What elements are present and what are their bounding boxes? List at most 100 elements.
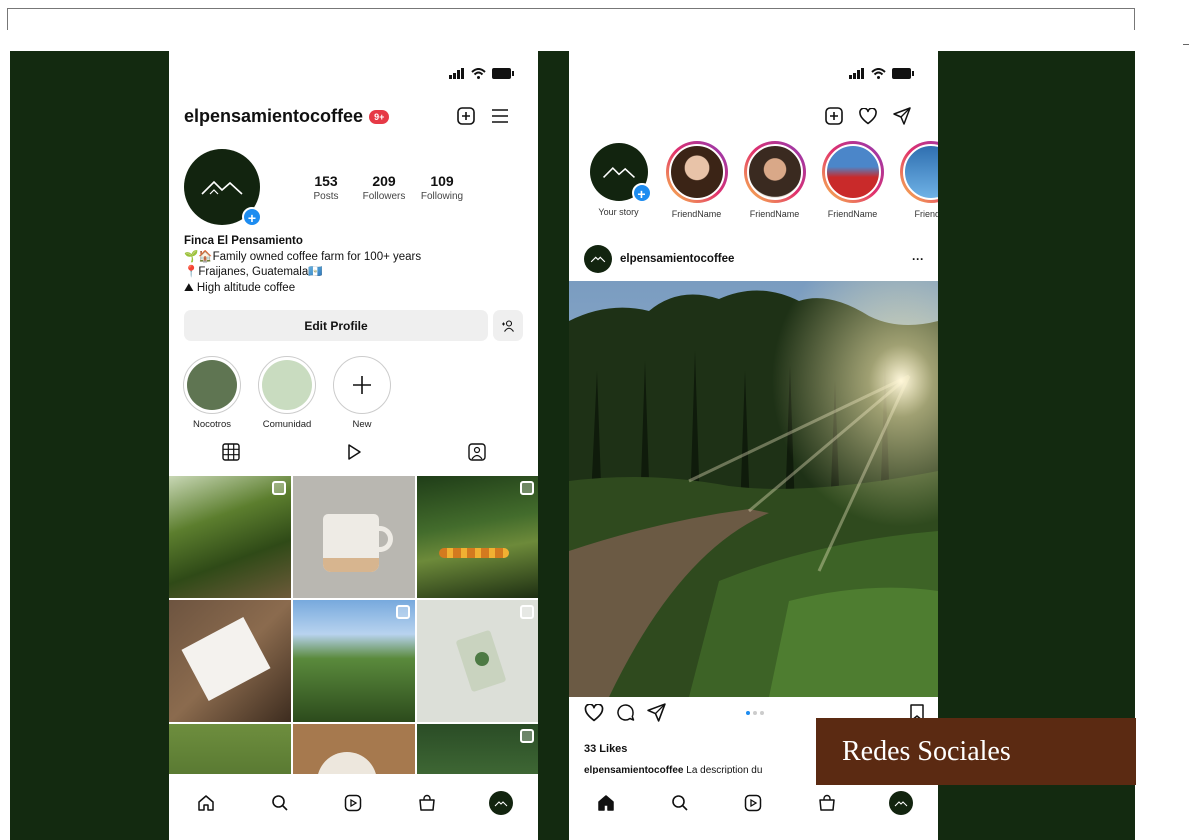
add-story-plus-icon[interactable]: + [242,207,262,227]
more-options-icon[interactable]: ··· [912,252,924,266]
multi-photo-icon [520,605,534,619]
story-friend[interactable]: FriendN [897,141,938,219]
highlight-nocotros[interactable]: Nocotros [182,356,242,430]
home-icon [198,795,214,811]
story-label: FriendName [827,209,878,219]
battery-icon [492,68,514,79]
handle-text: elpensamientocoffee [184,106,364,126]
status-bar [849,68,914,79]
carousel-dot [753,710,757,715]
nav-reels[interactable] [740,790,766,816]
nav-profile[interactable] [488,790,514,816]
stat-followers[interactable]: 209 Followers [355,173,413,202]
nav-reels[interactable] [340,790,366,816]
status-bar [449,68,514,79]
plus-square-icon[interactable] [825,107,843,125]
bio-name: Finca El Pensamiento [184,235,303,247]
send-icon[interactable] [893,107,911,125]
grid-post-coffee-plants[interactable] [169,476,291,598]
menu-icon[interactable] [491,108,509,124]
comment-icon[interactable] [616,703,635,722]
grid-post-mug[interactable] [293,476,415,598]
story-ring [821,141,884,203]
plus-square-icon[interactable] [457,107,475,125]
like-icon[interactable] [584,703,604,722]
mountain-logo-icon [590,256,606,263]
bottom-nav [169,774,538,840]
tab-reels[interactable] [334,443,374,461]
nav-shop[interactable] [414,790,440,816]
multi-photo-icon [520,729,534,743]
profile-avatar[interactable]: + [184,149,262,227]
story-ring [743,141,806,203]
profile-phone: elpensamientocoffee 9+ + 153 Posts 209 Fol… [169,51,538,840]
grid-icon [221,443,240,461]
share-icon[interactable] [647,703,666,722]
mountain-logo-icon [894,800,908,806]
nav-home[interactable] [193,790,219,816]
stat-label: Followers [362,191,406,202]
friend-avatar [824,144,881,200]
tab-tagged[interactable] [457,443,497,461]
multi-photo-icon [272,481,286,495]
friend-avatar [902,144,938,200]
post-author-name[interactable]: elpensamientocoffee [620,253,904,265]
reels-icon [745,794,762,812]
shop-icon [419,794,436,811]
mountain-logo-icon [602,167,635,178]
multi-photo-icon [396,605,410,619]
friend-avatar [746,144,803,200]
carousel-dot-active [746,710,750,715]
post-photo[interactable] [569,281,938,697]
cherries-branch [439,548,509,558]
grid-post-paper[interactable] [169,600,291,722]
card-logo [475,652,489,666]
bio-line: 🌱🏠Family owned coffee farm for 100+ year… [184,250,422,263]
signal-icon [849,68,864,79]
wifi-icon [871,68,886,79]
feed-top-icons [825,107,911,125]
forest-path-photo [569,281,938,697]
post-author-avatar[interactable] [584,245,612,273]
stat-following[interactable]: 109 Following [413,173,471,202]
profile-top-icons [457,107,509,125]
add-story-plus-icon[interactable]: + [631,183,652,203]
grid-post-farmer[interactable] [293,600,415,722]
story-friend[interactable]: FriendName [819,141,886,219]
add-person-icon [502,319,514,332]
profile-tabs [169,443,538,461]
story-your-story[interactable]: + Your story [585,141,652,219]
paper-sheet [181,616,271,702]
profile-avatar [889,791,914,815]
tab-grid[interactable] [211,443,251,461]
reels-icon [345,794,362,812]
story-friend[interactable]: FriendName [741,141,808,219]
profile-handle[interactable]: elpensamientocoffee 9+ [184,106,390,127]
nav-shop[interactable] [814,790,840,816]
stat-label: Following [420,191,464,202]
highlight-new[interactable]: New [332,356,392,430]
highlight-comunidad[interactable]: Comunidad [257,356,317,430]
nav-home[interactable] [593,790,619,816]
nav-search[interactable] [667,790,693,816]
profile-bio: Finca El Pensamiento 🌱🏠Family owned coff… [184,234,421,296]
stat-posts[interactable]: 153 Posts [297,173,355,202]
multi-photo-icon [520,481,534,495]
story-label: Your story [598,207,639,217]
grid-post-card[interactable] [417,600,538,722]
edit-profile-button[interactable]: Edit Profile [184,310,488,341]
search-icon [271,795,288,811]
grid-post-coffee-cherries[interactable] [417,476,538,598]
add-person-button[interactable] [493,310,523,341]
story-friend[interactable]: FriendName [663,141,730,219]
likes-count[interactable]: 33 Likes [584,743,627,755]
heart-icon[interactable] [859,107,877,125]
nav-search[interactable] [267,790,293,816]
friend-avatar [668,144,725,200]
highlight-cover [187,360,237,410]
highlight-label: Comunidad [262,419,312,430]
carousel-dot [760,710,764,715]
nav-profile[interactable] [888,790,914,816]
stat-value: 153 [314,173,338,189]
story-highlights: Nocotros Comunidad New [182,356,392,430]
